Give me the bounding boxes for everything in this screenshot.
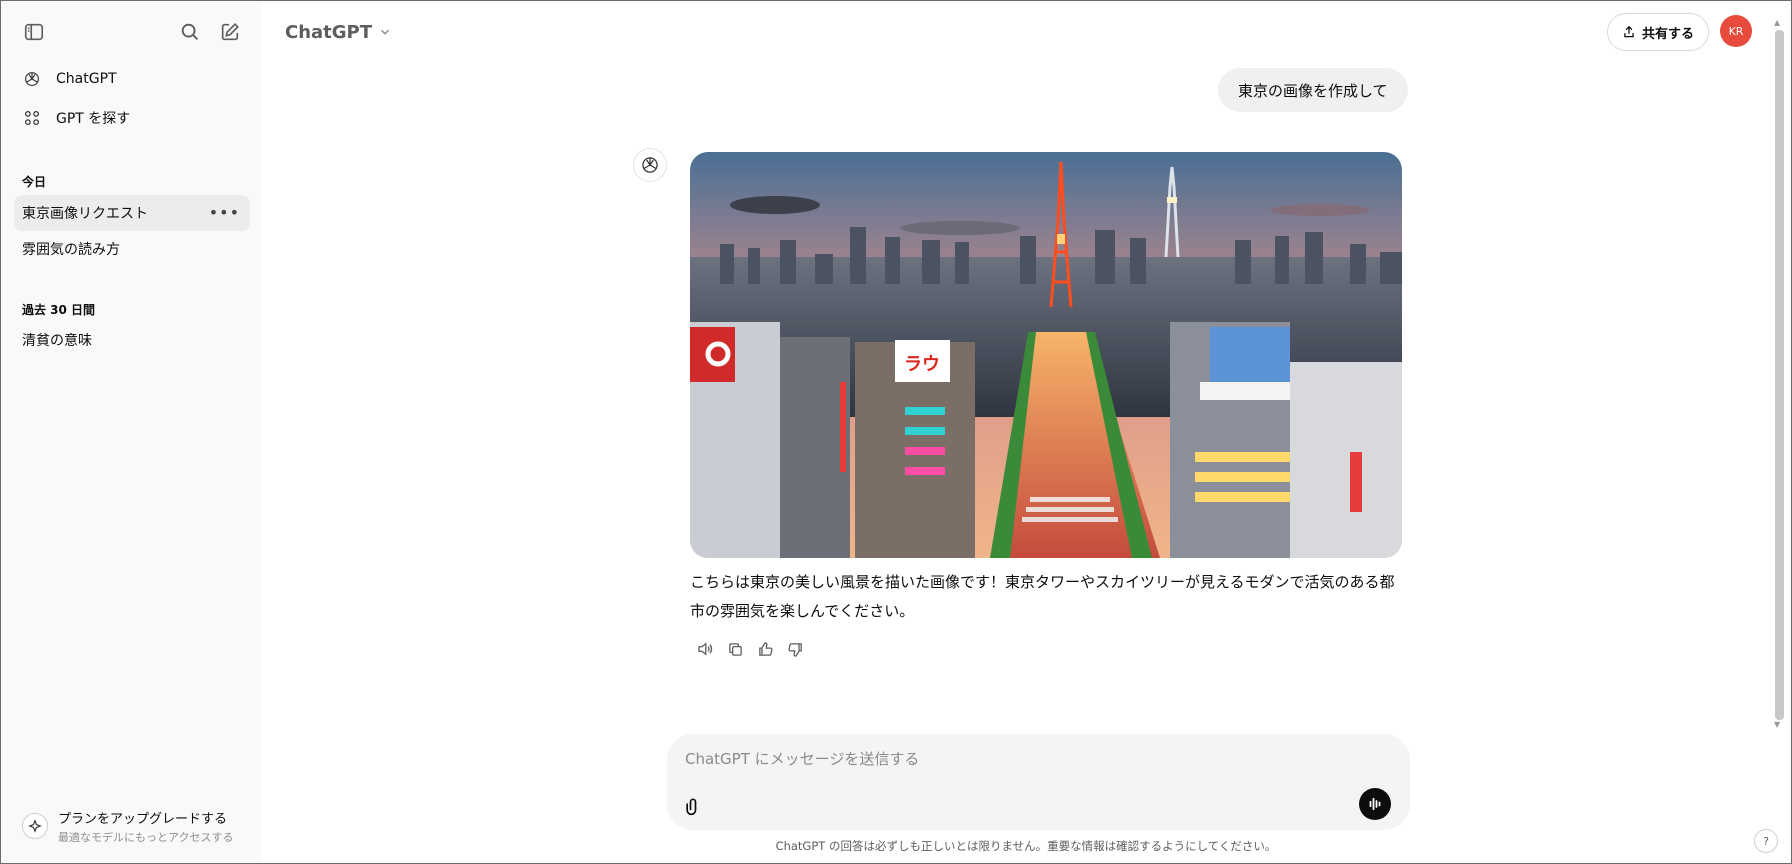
message-input[interactable] bbox=[683, 744, 1363, 774]
thumbs-down-icon bbox=[787, 642, 802, 657]
sidebar-toggle-icon bbox=[24, 23, 44, 41]
user-message: 東京の画像を作成して bbox=[1218, 68, 1408, 112]
read-aloud-button[interactable] bbox=[690, 637, 720, 661]
thumbs-down-button[interactable] bbox=[780, 637, 810, 661]
attach-button[interactable] bbox=[679, 792, 707, 820]
avatar[interactable]: KR bbox=[1720, 15, 1752, 47]
sidebar-item-chatgpt[interactable]: ChatGPT bbox=[14, 61, 250, 97]
chevron-down-icon bbox=[381, 29, 390, 35]
sidebar-item-label: GPT を探す bbox=[56, 111, 131, 127]
disclaimer-text: ChatGPT の回答は必ずしも正しいとは限りません。重要な情報は確認するように… bbox=[261, 838, 1792, 854]
sidebar: ChatGPT GPT を探す 今日 東京画像リクエスト ••• 雰囲気の読み方… bbox=[0, 0, 261, 864]
chat-item-label: 清貧の意味 bbox=[22, 333, 92, 349]
generated-tokyo-image[interactable]: ラウ bbox=[690, 152, 1402, 558]
new-chat-button[interactable] bbox=[212, 14, 248, 50]
share-button[interactable]: 共有する bbox=[1607, 13, 1709, 51]
sidebar-item-label: ChatGPT bbox=[56, 71, 117, 87]
chat-item-seihin[interactable]: 清貧の意味 bbox=[14, 322, 250, 358]
read-aloud-icon bbox=[698, 642, 713, 656]
help-button[interactable]: ? bbox=[1754, 829, 1778, 853]
upgrade-subtitle: 最適なモデルにもっとアクセスする bbox=[58, 830, 234, 844]
edit-icon bbox=[221, 23, 239, 41]
share-icon bbox=[1624, 25, 1634, 38]
chat-item-label: 東京画像リクエスト bbox=[22, 206, 148, 222]
chat-item-label: 雰囲気の読み方 bbox=[22, 242, 120, 258]
message-composer bbox=[667, 734, 1410, 830]
scrollbar[interactable] bbox=[1775, 30, 1784, 720]
scroll-down-arrow-icon[interactable]: ▼ bbox=[1774, 720, 1780, 729]
disclaimer-label: ChatGPT の回答は必ずしも正しいとは限りません。重要な情報は確認するように… bbox=[775, 839, 1277, 853]
assistant-message: こちらは東京の美しい風景を描いた画像です！東京タワーやスカイツリーが見えるモダン… bbox=[690, 573, 1395, 620]
copy-icon bbox=[728, 642, 742, 656]
grid-icon bbox=[22, 108, 42, 128]
openai-logo-icon bbox=[22, 69, 42, 89]
chat-options-button[interactable]: ••• bbox=[209, 203, 240, 222]
voice-mode-button[interactable] bbox=[1359, 788, 1391, 820]
section-past-30-days-title: 過去 30 日間 bbox=[22, 303, 96, 317]
paperclip-icon bbox=[686, 798, 697, 816]
thumbs-up-icon bbox=[758, 641, 773, 656]
sidebar-toolbar bbox=[0, 14, 261, 50]
model-label: ChatGPT bbox=[285, 21, 373, 43]
image-sign-text: ラウ bbox=[904, 354, 940, 375]
sidebar-item-explore-gpts[interactable]: GPT を探す bbox=[14, 100, 250, 136]
toggle-sidebar-button[interactable] bbox=[16, 14, 52, 50]
section-today-title: 今日 bbox=[22, 175, 47, 189]
voice-waveform-icon bbox=[1369, 797, 1381, 811]
message-actions bbox=[690, 637, 810, 661]
thumbs-up-button[interactable] bbox=[750, 637, 780, 661]
sparkle-icon bbox=[22, 813, 48, 839]
copy-button[interactable] bbox=[720, 637, 750, 661]
scroll-up-arrow-icon[interactable]: ▲ bbox=[1774, 18, 1780, 27]
assistant-avatar-icon bbox=[633, 148, 667, 182]
search-icon bbox=[181, 23, 198, 40]
share-label: 共有する bbox=[1641, 26, 1694, 42]
upgrade-text: プランをアップグレードする 最適なモデルにもっとアクセスする bbox=[58, 808, 233, 845]
upgrade-title: プランをアップグレードする bbox=[58, 811, 228, 827]
tokyo-cityscape-image: ラウ bbox=[690, 152, 1402, 558]
chat-item-tokyo-image[interactable]: 東京画像リクエスト ••• bbox=[14, 195, 250, 231]
model-selector[interactable]: ChatGPT bbox=[285, 18, 392, 46]
upgrade-plan-button[interactable]: プランをアップグレードする 最適なモデルにもっとアクセスする bbox=[14, 801, 250, 851]
chat-item-atmosphere[interactable]: 雰囲気の読み方 bbox=[14, 231, 250, 267]
main-area: ChatGPT 共有する KR 東京の画像を作成して ラウ こちらは東京の美しい… bbox=[261, 0, 1792, 864]
search-button[interactable] bbox=[172, 14, 208, 50]
